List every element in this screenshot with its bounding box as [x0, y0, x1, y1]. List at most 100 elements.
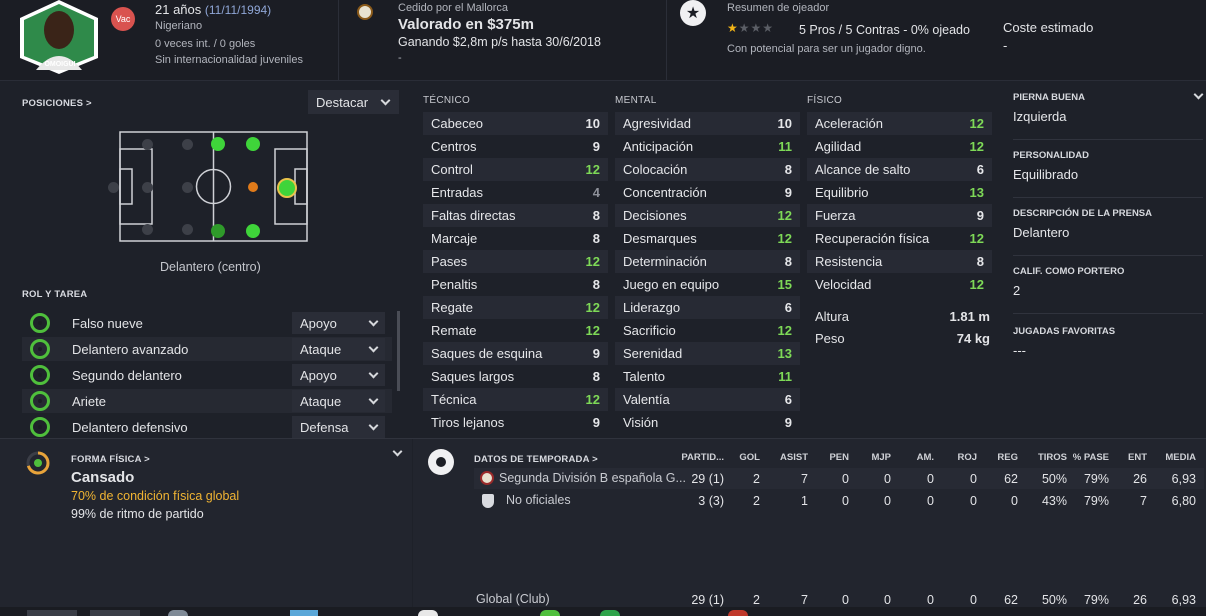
technical-attribute-row[interactable]: Cabeceo 10: [423, 112, 608, 135]
highlight-dropdown[interactable]: Destacar: [308, 90, 399, 114]
player-caps: 0 veces int. / 0 goles: [155, 38, 256, 50]
duty-select[interactable]: Defensa: [292, 416, 385, 438]
taskbar-button[interactable]: [540, 610, 560, 616]
goalkeeper-rating: CALIF. COMO PORTERO 2: [1013, 266, 1203, 314]
cost-title: Coste estimado: [1003, 20, 1094, 35]
mental-attribute-row[interactable]: Talento 11: [615, 365, 800, 388]
attribute-name: Técnica: [431, 392, 477, 407]
attribute-name: Sacrificio: [623, 323, 676, 338]
physical-attribute-row[interactable]: Equilibrio 13: [807, 181, 992, 204]
mental-attribute-row[interactable]: Determinación 8: [615, 250, 800, 273]
role-row[interactable]: Delantero avanzado Ataque: [22, 337, 392, 361]
mental-attribute-row[interactable]: Juego en equipo 15: [615, 273, 800, 296]
season-title[interactable]: DATOS DE TEMPORADA >: [474, 454, 598, 465]
physical-attribute-row[interactable]: Velocidad 12: [807, 273, 992, 296]
attribute-name: Saques de esquina: [431, 346, 543, 361]
scout-rating-stars: ★★★★: [727, 21, 775, 35]
attribute-name: Control: [431, 162, 473, 177]
attribute-name: Penaltis: [431, 277, 478, 292]
physical-attribute-row[interactable]: Resistencia 8: [807, 250, 992, 273]
attribute-name: Entradas: [431, 185, 484, 200]
technical-attribute-row[interactable]: Técnica 12: [423, 388, 608, 411]
season-cell: 6,80: [1171, 494, 1196, 508]
attribute-name: Alcance de salto: [815, 162, 911, 177]
taskbar-button[interactable]: [90, 610, 140, 616]
fitness-panel: [0, 439, 412, 607]
player-wage: Ganando $2,8m p/s hasta 30/6/2018: [398, 35, 601, 49]
role-row[interactable]: Ariete Ataque: [22, 389, 392, 413]
mental-attribute-row[interactable]: Visión 9: [615, 411, 800, 434]
taskbar-button[interactable]: [728, 610, 748, 616]
taskbar-button[interactable]: [290, 610, 318, 616]
attribute-value: 9: [592, 415, 600, 430]
scout-star-icon: ★: [680, 0, 706, 26]
season-column-header[interactable]: MEDIA: [1136, 452, 1196, 463]
attribute-value: 12: [777, 323, 792, 338]
attribute-name: Visión: [623, 415, 659, 430]
technical-attribute-row[interactable]: Penaltis 8: [423, 273, 608, 296]
mental-attribute-row[interactable]: Desmarques 12: [615, 227, 800, 250]
technical-attribute-row[interactable]: Centros 9: [423, 135, 608, 158]
duty-select[interactable]: Apoyo: [292, 364, 385, 386]
attribute-name: Decisiones: [623, 208, 687, 223]
mental-attribute-row[interactable]: Sacrificio 12: [615, 319, 800, 342]
attribute-name: Agresividad: [623, 116, 691, 131]
duty-select[interactable]: Ataque: [292, 338, 385, 360]
physical-attribute-row[interactable]: Recuperación física 12: [807, 227, 992, 250]
attribute-value: 8: [784, 162, 792, 177]
mental-attribute-row[interactable]: Anticipación 11: [615, 135, 800, 158]
duty-select[interactable]: Ataque: [292, 390, 385, 412]
position-dot: [142, 139, 153, 150]
chevron-down-icon: [368, 394, 379, 404]
attribute-value: 9: [592, 346, 600, 361]
fitness-title[interactable]: FORMA FÍSICA >: [71, 454, 150, 465]
attribute-name: Juego en equipo: [623, 277, 720, 292]
mental-attribute-row[interactable]: Decisiones 12: [615, 204, 800, 227]
mental-attribute-row[interactable]: Liderazgo 6: [615, 296, 800, 319]
technical-attribute-row[interactable]: Faltas directas 8: [423, 204, 608, 227]
taskbar-button[interactable]: [418, 610, 438, 616]
taskbar-button[interactable]: [600, 610, 620, 616]
status-badge: Vac: [111, 7, 135, 31]
technical-attribute-row[interactable]: Saques de esquina 9: [423, 342, 608, 365]
position-name: Delantero (centro): [160, 260, 261, 274]
fitness-sharpness: 99% de ritmo de partido: [71, 507, 204, 521]
mental-attribute-row[interactable]: Concentración 9: [615, 181, 800, 204]
physical-attribute-row[interactable]: Fuerza 9: [807, 204, 992, 227]
mental-attribute-row[interactable]: Colocación 8: [615, 158, 800, 181]
mental-attribute-row[interactable]: Agresividad 10: [615, 112, 800, 135]
role-row[interactable]: Segundo delantero Apoyo: [22, 363, 392, 387]
duty-select[interactable]: Apoyo: [292, 312, 385, 334]
attribute-value: 12: [969, 139, 984, 154]
technical-attribute-row[interactable]: Saques largos 8: [423, 365, 608, 388]
roles-scrollbar[interactable]: [397, 311, 400, 391]
physical-attribute-row[interactable]: Alcance de salto 6: [807, 158, 992, 181]
physical-title: FÍSICO: [807, 95, 843, 106]
mental-attribute-row[interactable]: Serenidad 13: [615, 342, 800, 365]
attribute-name: Regate: [431, 300, 473, 315]
attribute-value: 8: [592, 277, 600, 292]
taskbar-button[interactable]: [27, 610, 77, 616]
position-dot-natural: [211, 137, 225, 151]
chevron-down-icon: [368, 342, 379, 352]
technical-attribute-row[interactable]: Entradas 4: [423, 181, 608, 204]
technical-attribute-row[interactable]: Control 12: [423, 158, 608, 181]
technical-attribute-row[interactable]: Tiros lejanos 9: [423, 411, 608, 434]
technical-attribute-row[interactable]: Marcaje 8: [423, 227, 608, 250]
physical-attribute-row[interactable]: Agilidad 12: [807, 135, 992, 158]
taskbar-button[interactable]: [168, 610, 188, 616]
role-row[interactable]: Delantero defensivo Defensa: [22, 415, 392, 439]
cost-value: -: [1003, 38, 1008, 53]
technical-attribute-row[interactable]: Pases 12: [423, 250, 608, 273]
personality: PERSONALIDAD Equilibrado: [1013, 150, 1203, 198]
positions-title[interactable]: POSICIONES >: [22, 98, 92, 109]
physical-attribute-row[interactable]: Aceleración 12: [807, 112, 992, 135]
technical-attribute-row[interactable]: Remate 12: [423, 319, 608, 342]
technical-attribute-row[interactable]: Regate 12: [423, 296, 608, 319]
attribute-value: 12: [777, 208, 792, 223]
role-row[interactable]: Falso nueve Apoyo: [22, 311, 392, 335]
wage-extra: -: [398, 52, 402, 64]
media-description: DESCRIPCIÓN DE LA PRENSA Delantero: [1013, 208, 1203, 256]
mental-attribute-row[interactable]: Valentía 6: [615, 388, 800, 411]
attribute-value: 9: [976, 208, 984, 223]
